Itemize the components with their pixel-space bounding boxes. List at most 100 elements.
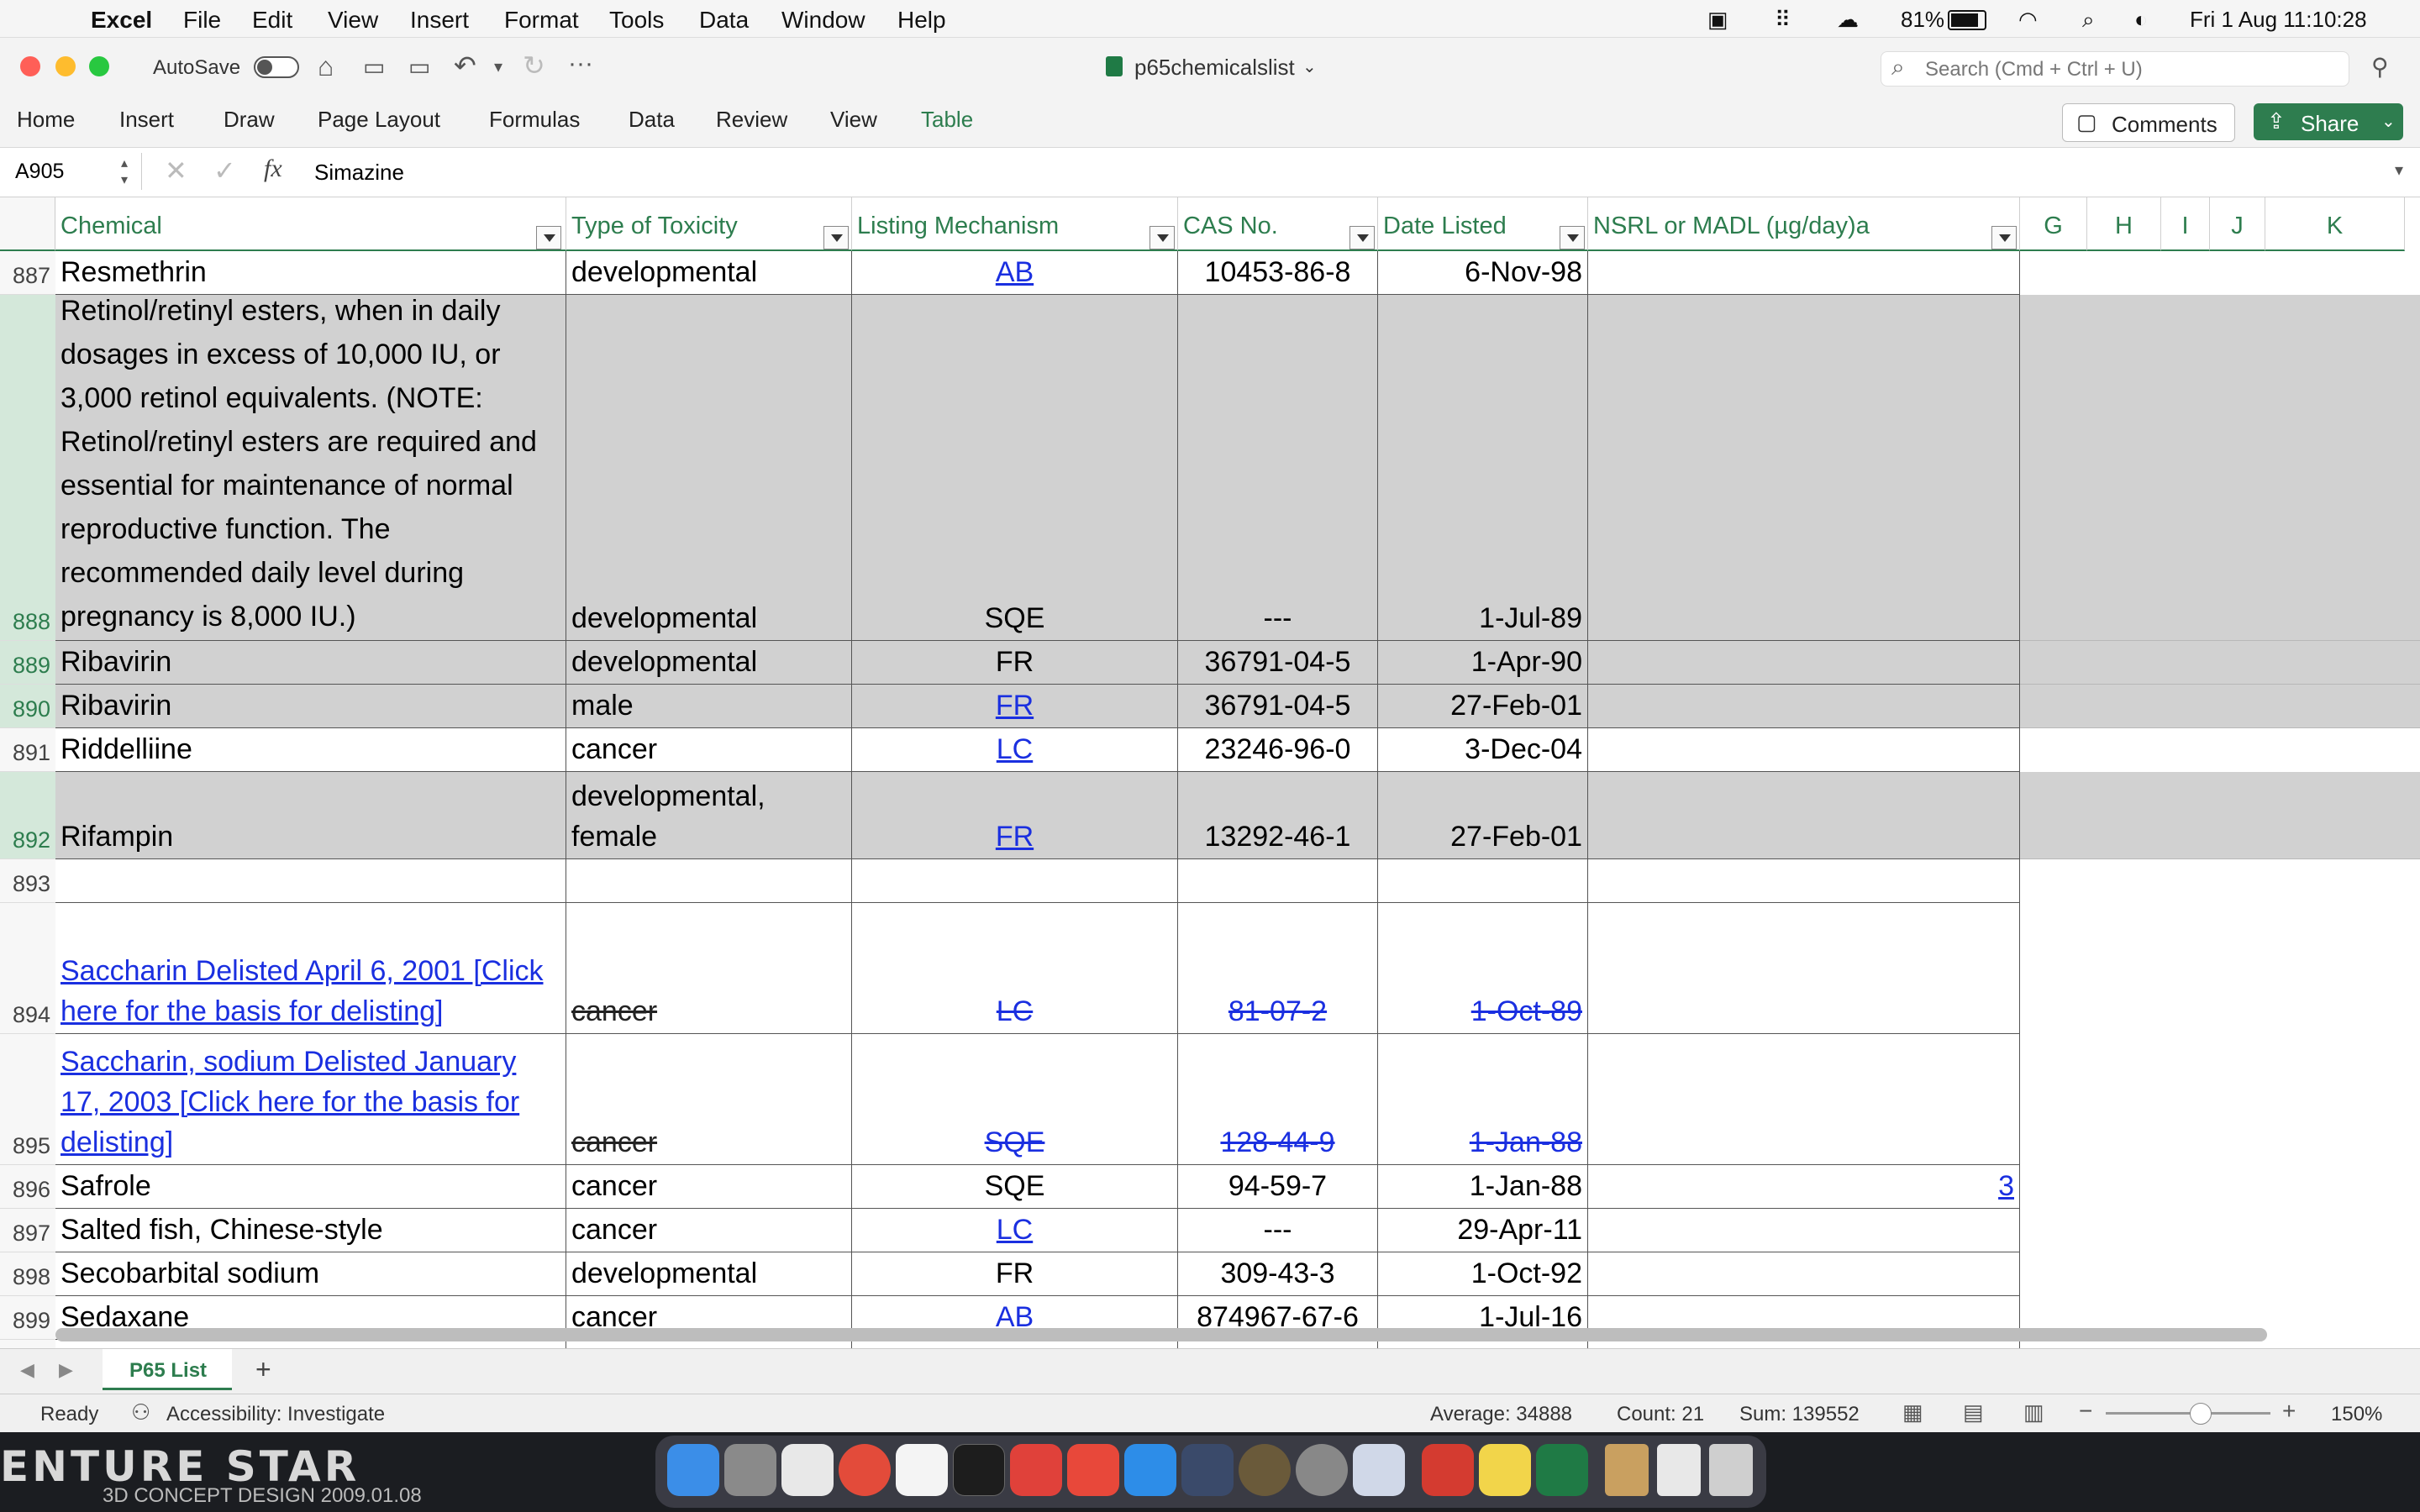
tab-insert[interactable]: Insert [119, 107, 174, 133]
zoom-level[interactable]: 150% [2331, 1403, 2382, 1426]
header-col-h[interactable]: H [2087, 197, 2161, 251]
cell-nsrl[interactable] [1588, 251, 2020, 295]
cell-tox[interactable]: developmental [566, 1252, 852, 1296]
header-col-j[interactable]: J [2210, 197, 2265, 251]
header-date-listed[interactable]: Date Listed [1378, 197, 1588, 251]
row-header[interactable]: 893 [0, 859, 55, 903]
keynote-icon[interactable] [1124, 1444, 1176, 1496]
redo-icon[interactable]: ↻ [523, 50, 545, 81]
sheet-tab-p65-list[interactable]: P65 List [103, 1349, 232, 1390]
cell-mech-text[interactable]: LC [997, 1210, 1033, 1250]
tab-page-layout[interactable]: Page Layout [318, 107, 440, 133]
cell-date[interactable]: 27-Feb-01 [1378, 685, 1588, 728]
row-header[interactable]: 888 [0, 295, 55, 641]
cell-cas[interactable]: 81-07-2 [1178, 903, 1378, 1034]
cell-date[interactable]: 1-Jan-88 [1378, 1034, 1588, 1165]
menu-data[interactable]: Data [699, 7, 749, 34]
system-settings-icon[interactable] [1296, 1444, 1348, 1496]
cell-nsrl[interactable] [1588, 1209, 2020, 1252]
cell-nsrl[interactable] [1588, 295, 2020, 641]
cell-tox[interactable]: developmental, female [566, 772, 852, 859]
save-as-icon[interactable]: ▭ [408, 53, 430, 81]
cell-date[interactable]: 1-Jan-88 [1378, 1165, 1588, 1209]
cell-mech[interactable] [852, 859, 1178, 903]
excel-icon[interactable] [1536, 1444, 1588, 1496]
filter-mech-button[interactable] [1150, 226, 1175, 249]
row-header[interactable]: 894 [0, 903, 55, 1034]
cell-mech[interactable]: SQE [852, 1034, 1178, 1165]
cell-tox[interactable]: male [566, 685, 852, 728]
downloads-stack-icon[interactable] [1657, 1444, 1701, 1496]
fx-icon[interactable]: fx [264, 155, 282, 183]
row-header[interactable]: 900 [0, 1340, 55, 1348]
row-header[interactable]: 896 [0, 1165, 55, 1209]
cell-date[interactable]: 1-Apr-90 [1378, 641, 1588, 685]
finder-icon[interactable] [667, 1444, 719, 1496]
cell-cas[interactable]: 10453-86-8 [1178, 251, 1378, 295]
cell-chemical[interactable]: Safrole [55, 1165, 566, 1209]
row-header[interactable]: 897 [0, 1209, 55, 1252]
header-cas-no[interactable]: CAS No. [1178, 197, 1378, 251]
cell-tox[interactable]: cancer [566, 728, 852, 772]
tab-formulas[interactable]: Formulas [489, 107, 580, 133]
page-break-view-icon[interactable]: ▥ [2023, 1399, 2044, 1425]
control-center-icon[interactable]: ◐ [2134, 7, 2148, 33]
cell-date[interactable]: 27-Feb-01 [1378, 772, 1588, 859]
cell-tox[interactable]: developmental [566, 641, 852, 685]
more-icon[interactable]: ··· [568, 50, 593, 78]
tab-table[interactable]: Table [921, 107, 973, 133]
cell-mech[interactable]: FR [852, 685, 1178, 728]
cell-nsrl[interactable] [1588, 1252, 2020, 1296]
tab-draw[interactable]: Draw [224, 107, 275, 133]
normal-view-icon[interactable]: ▦ [1902, 1399, 1923, 1425]
cell-nsrl[interactable] [1588, 772, 2020, 859]
cell-mech[interactable]: FR [852, 1252, 1178, 1296]
cell-cas[interactable]: 36791-04-5 [1178, 641, 1378, 685]
wifi-icon[interactable]: ◠ [2018, 7, 2038, 33]
undo-dropdown-icon[interactable]: ▾ [494, 56, 502, 77]
comments-button[interactable]: ▢ Comments [2062, 103, 2235, 142]
cloud-icon[interactable]: ☁ [1837, 7, 1859, 33]
header-col-i[interactable]: I [2161, 197, 2210, 251]
cell-cas[interactable]: --- [1178, 295, 1378, 641]
cell-nsrl[interactable] [1588, 641, 2020, 685]
filter-date-button[interactable] [1560, 226, 1585, 249]
cell-mech-text[interactable]: LC [997, 729, 1033, 769]
cell-date[interactable] [1378, 859, 1588, 903]
accessibility-icon[interactable]: ⚇ [131, 1399, 150, 1425]
notes-icon[interactable] [1479, 1444, 1531, 1496]
cell-nsrl[interactable] [1588, 685, 2020, 728]
cell-mech[interactable]: FR [852, 641, 1178, 685]
header-listing-mechanism[interactable]: Listing Mechanism [852, 197, 1178, 251]
cell-tox[interactable]: cancer [566, 1034, 852, 1165]
autosave-toggle[interactable] [254, 56, 299, 78]
zoom-window-button[interactable] [89, 56, 109, 76]
spreadsheet-grid[interactable]: Chemical Type of Toxicity Listing Mechan… [0, 197, 2420, 1348]
name-box[interactable]: A905 ▴ ▾ [0, 153, 142, 190]
cell-date[interactable]: 6-Nov-98 [1378, 251, 1588, 295]
enter-icon[interactable]: ✓ [213, 155, 236, 186]
grid-icon[interactable]: ⠿ [1775, 7, 1791, 33]
row-header[interactable]: 898 [0, 1252, 55, 1296]
cell-nsrl[interactable] [1588, 903, 2020, 1034]
home-icon[interactable]: ⌂ [318, 51, 334, 82]
menu-file[interactable]: File [183, 7, 221, 34]
cell-tox[interactable]: developmental [566, 251, 852, 295]
cell-date[interactable]: 1-Jul-89 [1378, 295, 1588, 641]
add-sheet-button[interactable]: + [255, 1354, 271, 1385]
cell-chemical[interactable]: Saccharin Delisted April 6, 2001 [Click … [55, 903, 566, 1034]
document-thumbnail-icon[interactable] [1605, 1444, 1649, 1496]
next-sheet-icon[interactable]: ▶ [59, 1359, 73, 1381]
row-extension[interactable] [2020, 295, 2420, 641]
search-box[interactable]: ⌕ Search (Cmd + Ctrl + U) [1881, 51, 2349, 87]
cell-chemical[interactable]: Riddelliine [55, 728, 566, 772]
cell-date[interactable]: 29-Apr-11 [1378, 1209, 1588, 1252]
document-title[interactable]: p65chemicalslist [1134, 55, 1295, 81]
cell-nsrl[interactable] [1588, 728, 2020, 772]
cell-chemical[interactable]: Ribavirin [55, 641, 566, 685]
cell-mech-text[interactable]: FR [996, 685, 1034, 726]
formula-value[interactable]: Simazine [314, 160, 404, 186]
row-header[interactable]: 892 [0, 772, 55, 859]
save-icon[interactable]: ▭ [363, 53, 385, 81]
row-header[interactable]: 899 [0, 1296, 55, 1340]
